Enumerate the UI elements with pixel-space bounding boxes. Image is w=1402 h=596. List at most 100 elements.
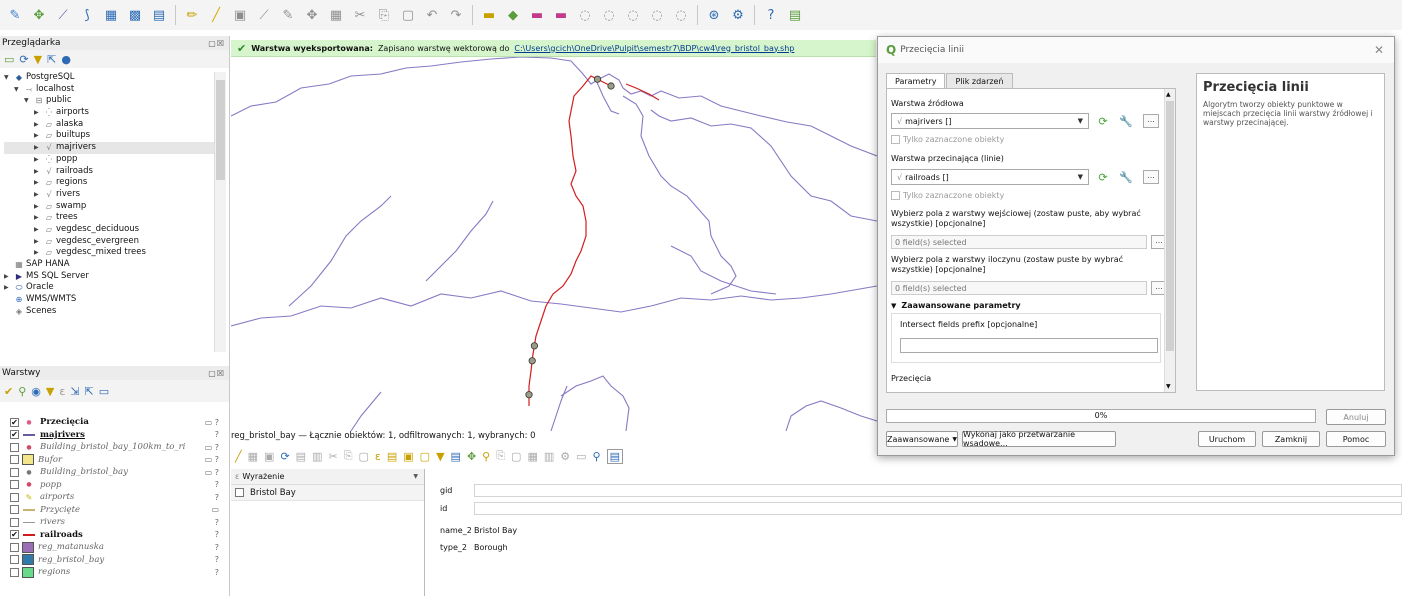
filter-expression-icon[interactable]: ε [59, 385, 65, 398]
browser-tree-item[interactable]: ⊕ WMS/WMTS [4, 294, 214, 306]
map-svg[interactable] [231, 36, 877, 431]
expand-arrow-icon[interactable]: ▼ [14, 84, 22, 96]
paste-icon[interactable]: ▢ [397, 4, 419, 26]
layer-visibility-checkbox[interactable] [10, 467, 19, 477]
layer-item[interactable]: ✔ majrivers? [0, 429, 229, 442]
redo-icon[interactable]: ↷ [445, 4, 467, 26]
run-button[interactable]: Uruchom [1198, 431, 1256, 447]
feature-checkbox[interactable] [235, 488, 244, 497]
move-feature-icon[interactable]: ✥ [301, 4, 323, 26]
info-icon[interactable]: ● [61, 53, 71, 66]
browser-tree-item[interactable]: ▶ ▱ vegdesc_mixed trees [4, 247, 214, 259]
cut-icon[interactable]: ✂ [328, 450, 337, 463]
feature-list-item[interactable]: Bristol Bay [231, 485, 424, 501]
expand-all-icon[interactable]: ⇲ [70, 385, 79, 398]
browser-scrollbar[interactable] [214, 72, 226, 352]
label-props-icon[interactable]: ◌ [646, 4, 668, 26]
digitize-icon[interactable]: ✎ [4, 4, 26, 26]
expand-arrow-icon[interactable]: ▼ [24, 95, 32, 107]
wrench-icon[interactable]: 🔧 [1117, 169, 1135, 185]
close-button[interactable]: Zamknij [1262, 431, 1320, 447]
layer-item[interactable]: ● popp? [0, 479, 229, 492]
filter-icon[interactable]: ▼ [34, 53, 42, 66]
layer-item[interactable]: regions? [0, 566, 229, 579]
expand-arrow-icon[interactable]: ▶ [34, 189, 42, 201]
layer-item[interactable]: reg_matanuska? [0, 541, 229, 554]
layer-style-icon[interactable]: ✔ [4, 385, 13, 398]
browser-tree-item[interactable]: ▼ ⤙ localhost [4, 84, 214, 96]
invert-selection-icon[interactable]: ▣ [403, 450, 413, 463]
layer-visibility-checkbox[interactable] [10, 517, 19, 527]
add-selected-icon[interactable]: ▭ [4, 53, 14, 66]
undo-icon[interactable]: ↶ [421, 4, 443, 26]
layer-item[interactable]: reg_bristol_bay? [0, 554, 229, 567]
browser-tree-item[interactable]: ▶ ⬭ Oracle [4, 282, 214, 294]
selected-only-checkbox[interactable]: Tylko zaznaczone obiekty [891, 135, 1004, 144]
browser-tree-item[interactable]: ▼ ⊟ public [4, 95, 214, 107]
expression-select-icon[interactable]: ε [375, 450, 381, 463]
expand-arrow-icon[interactable]: ▶ [34, 177, 42, 189]
label-move-icon[interactable]: ▬ [550, 4, 572, 26]
browser-tree-item[interactable]: ▶ ▱ trees [4, 212, 214, 224]
pan-to-icon[interactable]: ✥ [467, 450, 476, 463]
select-all-icon[interactable]: ▤ [387, 450, 397, 463]
scroll-down-icon[interactable]: ▼ [1166, 383, 1171, 390]
copy-icon[interactable]: ⎘ [344, 449, 353, 463]
processing-icon[interactable]: ▤ [784, 4, 806, 26]
expand-arrow-icon[interactable]: ▶ [34, 201, 42, 213]
vertex-edit-icon[interactable]: ✎ [277, 4, 299, 26]
tab-parameters[interactable]: Parametry [886, 73, 946, 88]
add-group-icon[interactable]: ⚲ [18, 385, 26, 398]
layer-visibility-checkbox[interactable] [10, 542, 19, 552]
zoom-to-icon[interactable]: ⚲ [482, 450, 490, 463]
collapse-all-layers-icon[interactable]: ⇱ [85, 385, 94, 398]
deselect-icon[interactable]: ▢ [420, 450, 430, 463]
reload-icon[interactable]: ⟳ [280, 450, 289, 463]
layer-item[interactable]: ✔ railroads? [0, 529, 229, 542]
selected-only-checkbox-2[interactable]: Tylko zaznaczone obiekty [891, 191, 1004, 200]
layer-visibility-checkbox[interactable] [10, 555, 19, 565]
browser-tree-item[interactable]: ▶ √ majrivers [4, 142, 214, 154]
expand-arrow-icon[interactable]: ▶ [34, 166, 42, 178]
attribute-table-icon[interactable]: ▤ [148, 4, 170, 26]
overlay-fields-box[interactable]: 0 field(s) selected [891, 281, 1147, 295]
browser-tree-item[interactable]: ▼ ◆ PostgreSQL [4, 72, 214, 84]
browser-tree-item[interactable]: ▶ ▱ alaska [4, 119, 214, 131]
chevron-down-icon[interactable]: ▼ [413, 473, 418, 480]
dock-icon[interactable]: ▭ [576, 450, 586, 463]
layer-visibility-checkbox[interactable] [10, 442, 19, 452]
save-icon[interactable]: ▣ [264, 450, 274, 463]
wrench-icon[interactable]: 🔧 [1117, 113, 1135, 129]
browser-tree-item[interactable]: ▶ ▱ vegdesc_deciduous [4, 224, 214, 236]
label-change-icon[interactable]: ◌ [598, 4, 620, 26]
expand-arrow-icon[interactable]: ▶ [34, 130, 42, 142]
browser-tree-item[interactable]: ▶ √ rivers [4, 189, 214, 201]
chevron-down-icon[interactable]: ▼ [1078, 117, 1083, 125]
layer-item[interactable]: ● Building_bristol_bay ▭ ? [0, 466, 229, 479]
expand-arrow-icon[interactable]: ▶ [34, 107, 42, 119]
browser-tree-item[interactable]: ▶ ▶ MS SQL Server [4, 271, 214, 283]
actions-icon[interactable]: ⚙ [560, 450, 570, 463]
filter-select-icon[interactable]: ▼ [436, 450, 444, 463]
form-view-icon[interactable]: ⚲ [593, 450, 601, 463]
layer-item[interactable]: ✔ ● Przecięcia ▭ ? [0, 416, 229, 429]
browser-tree-item[interactable]: ▶ ▱ regions [4, 177, 214, 189]
intersect-layer-combo[interactable]: √ railroads [] ▼ [891, 169, 1089, 185]
save-edits-icon[interactable]: ▣ [229, 4, 251, 26]
browser-scrollbar-thumb[interactable] [216, 80, 225, 180]
expand-arrow-icon[interactable]: ▶ [34, 119, 42, 131]
layer-visibility-checkbox[interactable] [10, 455, 19, 465]
layer-visibility-checkbox[interactable] [10, 480, 19, 490]
iterate-icon[interactable]: ⟳ [1094, 113, 1112, 129]
delete-feature-icon[interactable]: ▥ [312, 450, 322, 463]
iterate-icon[interactable]: ⟳ [1094, 169, 1112, 185]
label-pin-icon[interactable]: ◆ [502, 4, 524, 26]
browser-tree-item[interactable]: ▶ ▱ swamp [4, 201, 214, 213]
help-button[interactable]: Pomoc [1326, 431, 1386, 447]
intersect-browse-button[interactable]: … [1143, 170, 1159, 184]
expand-arrow-icon[interactable]: ▶ [4, 282, 12, 294]
checkbox-box[interactable] [891, 135, 900, 144]
label-tool-icon[interactable]: ▬ [478, 4, 500, 26]
paste-icon[interactable]: ▢ [359, 450, 369, 463]
field-value-input[interactable]: Borough [474, 541, 1402, 554]
